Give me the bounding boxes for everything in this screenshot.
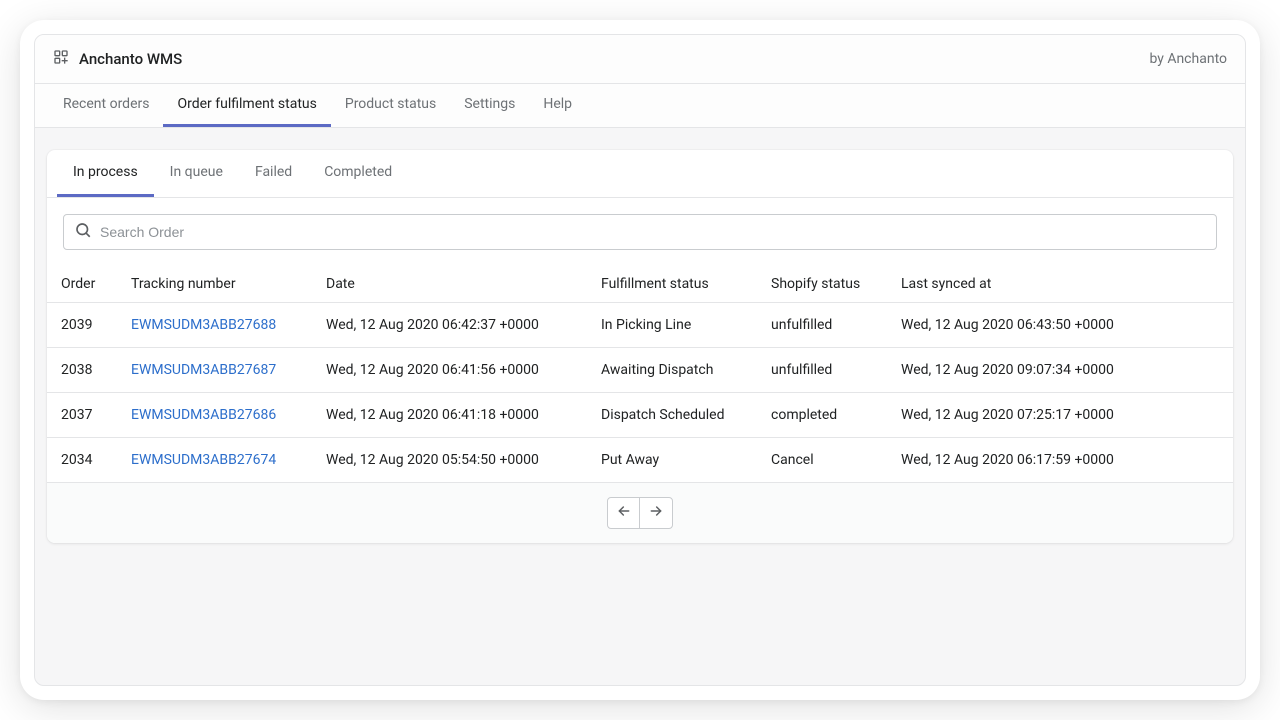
col-tracking: Tracking number xyxy=(117,266,312,303)
col-order: Order xyxy=(47,266,117,303)
cell-tracking: EWMSUDM3ABB27687 xyxy=(117,348,312,393)
cell-shopify-status: unfulfilled xyxy=(757,303,887,348)
titlebar: Anchanto WMS by Anchanto xyxy=(35,35,1245,84)
cell-shopify-status: unfulfilled xyxy=(757,348,887,393)
cell-last-synced: Wed, 12 Aug 2020 07:25:17 +0000 xyxy=(887,393,1233,438)
cell-shopify-status: Cancel xyxy=(757,438,887,483)
cell-tracking: EWMSUDM3ABB27674 xyxy=(117,438,312,483)
search-wrap xyxy=(47,198,1233,266)
pagination xyxy=(47,483,1233,543)
tracking-link[interactable]: EWMSUDM3ABB27688 xyxy=(131,317,276,333)
cell-fulfillment-status: Awaiting Dispatch xyxy=(587,348,757,393)
search-icon xyxy=(74,221,92,243)
content-area: In process In queue Failed Completed xyxy=(35,128,1245,685)
title-left: Anchanto WMS xyxy=(53,49,182,69)
pager-group xyxy=(607,497,673,529)
tab-help[interactable]: Help xyxy=(529,84,586,127)
col-date: Date xyxy=(312,266,587,303)
table-row[interactable]: 2038 EWMSUDM3ABB27687 Wed, 12 Aug 2020 0… xyxy=(47,348,1233,393)
tracking-link[interactable]: EWMSUDM3ABB27687 xyxy=(131,362,276,378)
cell-date: Wed, 12 Aug 2020 06:41:18 +0000 xyxy=(312,393,587,438)
cell-fulfillment-status: Put Away xyxy=(587,438,757,483)
arrow-right-icon xyxy=(648,503,664,523)
subtab-failed[interactable]: Failed xyxy=(239,150,308,197)
tab-order-fulfilment-status[interactable]: Order fulfilment status xyxy=(163,84,330,127)
app-icon xyxy=(53,49,69,69)
top-tabs: Recent orders Order fulfilment status Pr… xyxy=(35,84,1245,128)
cell-order: 2037 xyxy=(47,393,117,438)
card: In process In queue Failed Completed xyxy=(47,150,1233,543)
cell-fulfillment-status: In Picking Line xyxy=(587,303,757,348)
cell-shopify-status: completed xyxy=(757,393,887,438)
next-page-button[interactable] xyxy=(640,498,672,528)
cell-last-synced: Wed, 12 Aug 2020 09:07:34 +0000 xyxy=(887,348,1233,393)
cell-order: 2034 xyxy=(47,438,117,483)
table-header-row: Order Tracking number Date Fulfillment s… xyxy=(47,266,1233,303)
prev-page-button[interactable] xyxy=(608,498,640,528)
cell-last-synced: Wed, 12 Aug 2020 06:43:50 +0000 xyxy=(887,303,1233,348)
subtab-completed[interactable]: Completed xyxy=(308,150,408,197)
window-frame: Anchanto WMS by Anchanto Recent orders O… xyxy=(20,20,1260,700)
tab-product-status[interactable]: Product status xyxy=(331,84,450,127)
tab-recent-orders[interactable]: Recent orders xyxy=(49,84,163,127)
tracking-link[interactable]: EWMSUDM3ABB27686 xyxy=(131,407,276,423)
col-last-synced: Last synced at xyxy=(887,266,1233,303)
cell-fulfillment-status: Dispatch Scheduled xyxy=(587,393,757,438)
app-panel: Anchanto WMS by Anchanto Recent orders O… xyxy=(34,34,1246,686)
cell-date: Wed, 12 Aug 2020 05:54:50 +0000 xyxy=(312,438,587,483)
tab-settings[interactable]: Settings xyxy=(450,84,529,127)
cell-date: Wed, 12 Aug 2020 06:41:56 +0000 xyxy=(312,348,587,393)
search-box[interactable] xyxy=(63,214,1217,250)
col-fulfillment-status: Fulfillment status xyxy=(587,266,757,303)
cell-order: 2038 xyxy=(47,348,117,393)
cell-date: Wed, 12 Aug 2020 06:42:37 +0000 xyxy=(312,303,587,348)
cell-tracking: EWMSUDM3ABB27686 xyxy=(117,393,312,438)
table-row[interactable]: 2039 EWMSUDM3ABB27688 Wed, 12 Aug 2020 0… xyxy=(47,303,1233,348)
orders-table: Order Tracking number Date Fulfillment s… xyxy=(47,266,1233,483)
app-title: Anchanto WMS xyxy=(79,50,182,68)
sub-tabs: In process In queue Failed Completed xyxy=(47,150,1233,198)
table-row[interactable]: 2037 EWMSUDM3ABB27686 Wed, 12 Aug 2020 0… xyxy=(47,393,1233,438)
subtab-in-queue[interactable]: In queue xyxy=(154,150,239,197)
col-shopify-status: Shopify status xyxy=(757,266,887,303)
cell-last-synced: Wed, 12 Aug 2020 06:17:59 +0000 xyxy=(887,438,1233,483)
tracking-link[interactable]: EWMSUDM3ABB27674 xyxy=(131,452,276,468)
cell-tracking: EWMSUDM3ABB27688 xyxy=(117,303,312,348)
arrow-left-icon xyxy=(616,503,632,523)
cell-order: 2039 xyxy=(47,303,117,348)
search-input[interactable] xyxy=(100,224,1206,240)
by-line: by Anchanto xyxy=(1149,51,1227,67)
subtab-in-process[interactable]: In process xyxy=(57,150,154,197)
table-row[interactable]: 2034 EWMSUDM3ABB27674 Wed, 12 Aug 2020 0… xyxy=(47,438,1233,483)
